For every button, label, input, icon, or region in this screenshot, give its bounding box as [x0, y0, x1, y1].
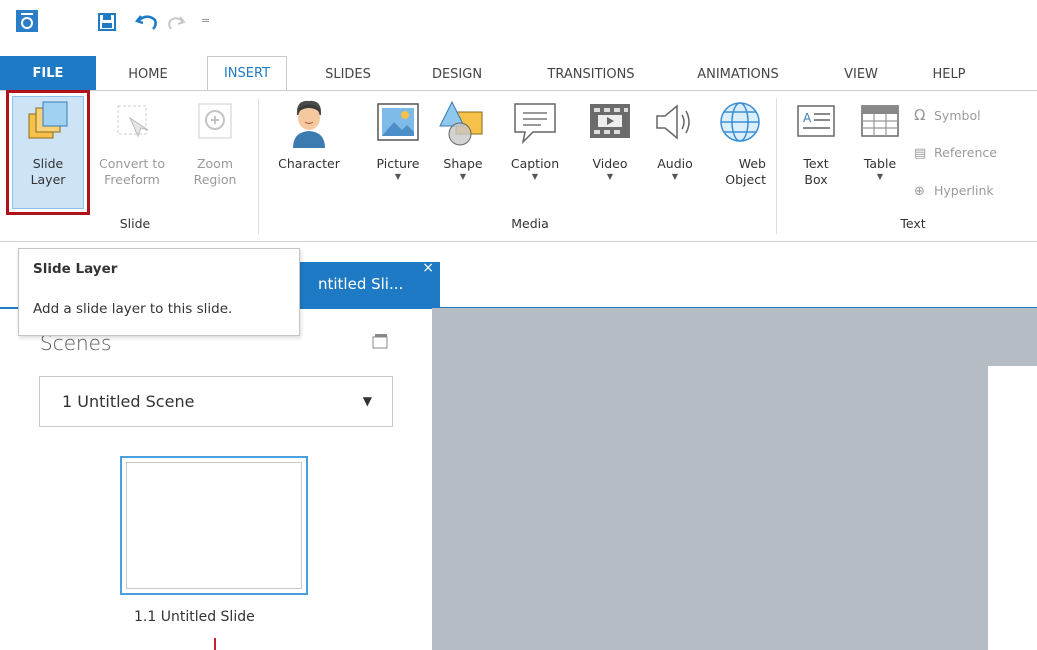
freeform-label-1: Convert to	[99, 156, 165, 171]
slide-layer-label-1: Slide	[32, 156, 64, 171]
slide-thumbnail-label: 1.1 Untitled Slide	[134, 609, 255, 625]
close-icon[interactable]: ×	[422, 260, 434, 276]
reference-label: Reference	[934, 145, 997, 160]
omega-icon: Ω	[914, 106, 926, 124]
document-tab-label: ntitled Sli...	[318, 275, 404, 293]
shape-dropdown-icon[interactable]: ▼	[432, 172, 494, 182]
freeform-icon	[86, 98, 178, 156]
hyperlink-label: Hyperlink	[934, 183, 994, 198]
picture-dropdown-icon[interactable]: ▼	[366, 172, 430, 182]
slide-canvas[interactable]	[988, 366, 1037, 650]
slide-layer-icon	[12, 98, 84, 156]
group-label-slide: Slide	[119, 216, 151, 231]
text-box-label-2: Box	[804, 172, 828, 187]
audio-button[interactable]: Audio ▼	[644, 98, 706, 182]
tab-animations[interactable]: ANIMATIONS	[680, 58, 796, 91]
reference-icon: ▤	[914, 146, 927, 161]
character-icon	[266, 98, 352, 156]
caption-label: Caption	[510, 156, 560, 171]
group-label-media: Media	[511, 216, 549, 231]
customize-qat-icon[interactable]: =	[201, 14, 213, 28]
document-tab[interactable]: ntitled Sli... ×	[282, 260, 440, 308]
tab-home[interactable]: HOME	[108, 58, 188, 91]
tooltip-title: Slide Layer	[33, 261, 118, 277]
zoom-region-icon	[180, 98, 250, 156]
hyperlink-button[interactable]: ⊕ Hyperlink	[914, 183, 1036, 200]
storyline-app-icon	[16, 10, 38, 32]
restore-panel-icon[interactable]	[372, 333, 388, 353]
redo-icon[interactable]	[166, 12, 186, 36]
tab-view[interactable]: VIEW	[836, 58, 886, 91]
shape-button[interactable]: Shape ▼	[432, 98, 494, 182]
reference-button[interactable]: ▤ Reference	[914, 145, 1036, 162]
group-separator	[776, 98, 777, 234]
symbol-label: Symbol	[934, 108, 981, 123]
tab-help[interactable]: HELP	[922, 58, 976, 91]
video-label: Video	[592, 156, 628, 171]
shape-label: Shape	[443, 156, 483, 171]
picture-label: Picture	[376, 156, 420, 171]
text-box-icon: A	[788, 98, 844, 156]
caption-icon	[498, 98, 572, 156]
symbol-button[interactable]: Ω Symbol	[914, 107, 1034, 124]
hyperlink-icon: ⊕	[914, 184, 925, 199]
shape-icon	[432, 98, 494, 156]
save-icon[interactable]	[97, 12, 117, 36]
table-label: Table	[863, 156, 897, 171]
slide-layer-label-2: Layer	[30, 172, 66, 187]
web-object-label-1: Web	[738, 156, 766, 171]
caption-button[interactable]: Caption ▼	[498, 98, 572, 182]
video-dropdown-icon[interactable]: ▼	[580, 172, 640, 182]
globe-icon	[708, 98, 772, 156]
undo-icon[interactable]	[134, 10, 159, 36]
video-icon	[580, 98, 640, 156]
group-separator	[258, 98, 259, 234]
audio-dropdown-icon[interactable]: ▼	[644, 172, 706, 182]
scene-selector-dropdown[interactable]: 1 Untitled Scene ▼	[39, 376, 393, 427]
zoom-region-label-1: Zoom	[196, 156, 234, 171]
slide-layer-button[interactable]: Slide Layer	[12, 98, 84, 188]
slide-canvas-area[interactable]	[432, 308, 1037, 650]
convert-to-freeform-button[interactable]: Convert to Freeform	[86, 98, 178, 188]
slide-trigger-marker	[214, 638, 216, 650]
video-button[interactable]: Video ▼	[580, 98, 640, 182]
zoom-region-label-2: Region	[193, 172, 237, 187]
svg-text:A: A	[803, 111, 812, 125]
picture-button[interactable]: Picture ▼	[366, 98, 430, 182]
freeform-label-2: Freeform	[104, 172, 160, 187]
table-dropdown-icon[interactable]: ▼	[852, 172, 908, 182]
tooltip-description: Add a slide layer to this slide.	[33, 301, 233, 317]
scene-selector-value: 1 Untitled Scene	[62, 392, 195, 411]
slide-thumbnail-preview	[126, 462, 302, 589]
web-object-button[interactable]: Web Object	[708, 98, 772, 188]
table-button[interactable]: Table ▼	[852, 98, 908, 182]
ribbon-tabs: FILE HOME INSERT SLIDES DESIGN TRANSITIO…	[0, 56, 1037, 91]
audio-label: Audio	[657, 156, 693, 171]
picture-icon	[366, 98, 430, 156]
web-object-label-2: Object	[725, 172, 766, 187]
zoom-region-button[interactable]: Zoom Region	[180, 98, 250, 188]
table-icon	[852, 98, 908, 156]
quick-access-toolbar: =	[0, 0, 1037, 46]
character-button[interactable]: Character	[266, 98, 352, 172]
tab-design[interactable]: DESIGN	[420, 58, 494, 91]
tab-file[interactable]: FILE	[0, 56, 96, 91]
group-label-text: Text	[900, 216, 926, 231]
slide-layer-tooltip: Slide Layer Add a slide layer to this sl…	[18, 248, 300, 336]
audio-icon	[644, 98, 706, 156]
text-box-label-1: Text	[803, 156, 829, 171]
tab-slides[interactable]: SLIDES	[316, 58, 380, 91]
chevron-down-icon: ▼	[362, 394, 372, 408]
tab-transitions[interactable]: TRANSITIONS	[532, 58, 650, 91]
caption-dropdown-icon[interactable]: ▼	[498, 172, 572, 182]
character-label: Character	[278, 156, 340, 171]
tab-insert[interactable]: INSERT	[207, 56, 287, 91]
text-box-button[interactable]: A Text Box	[788, 98, 844, 188]
